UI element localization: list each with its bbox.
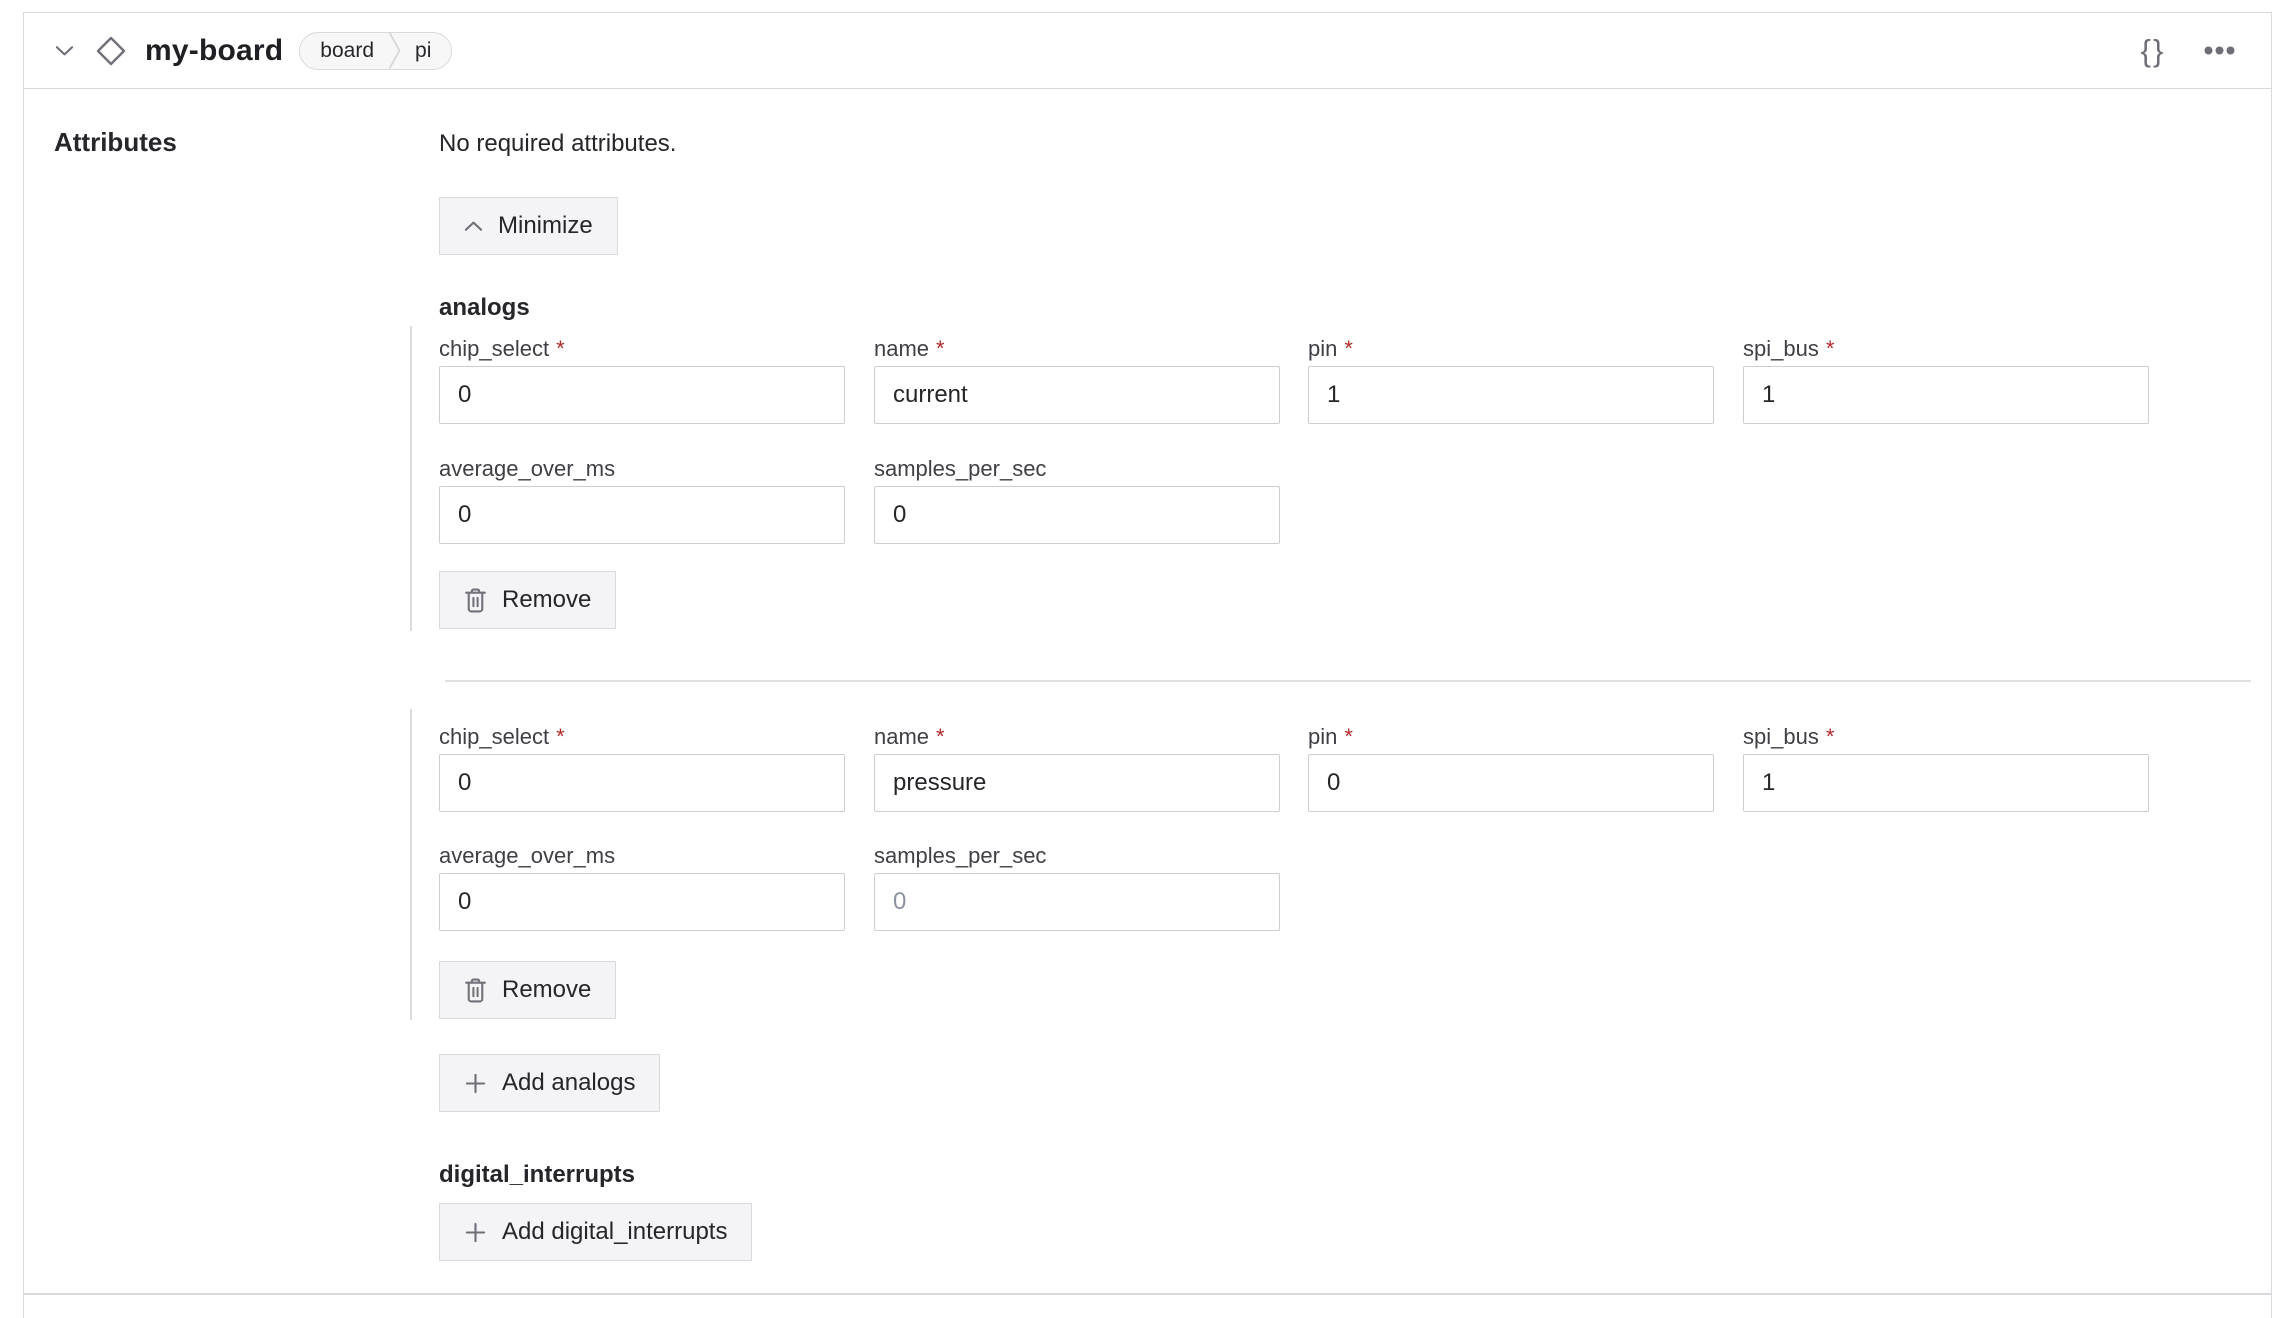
section-divider — [24, 1293, 2271, 1295]
samples-per-sec-input[interactable] — [874, 486, 1280, 544]
field-name: name * — [874, 724, 1280, 812]
entry-indent-line — [410, 709, 412, 1020]
remove-analog-button[interactable]: Remove — [439, 961, 616, 1019]
entry-separator — [445, 680, 2251, 682]
field-label: samples_per_sec — [874, 843, 1046, 868]
chip-select-input[interactable] — [439, 366, 845, 424]
remove-label: Remove — [502, 976, 591, 1004]
chip-select-input[interactable] — [439, 754, 845, 812]
field-label: chip_select — [439, 724, 549, 749]
plus-icon — [464, 1072, 487, 1095]
chevron-up-icon — [464, 220, 483, 232]
trash-icon — [464, 978, 487, 1003]
required-asterisk: * — [936, 336, 945, 361]
spi-bus-input[interactable] — [1743, 754, 2149, 812]
required-asterisk: * — [1826, 336, 1835, 361]
samples-per-sec-input[interactable] — [874, 873, 1280, 931]
add-digital-interrupts-label: Add digital_interrupts — [502, 1218, 727, 1246]
field-samples-per-sec: samples_per_sec — [874, 843, 1280, 931]
field-spi-bus: spi_bus * — [1743, 724, 2149, 812]
spi-bus-input[interactable] — [1743, 366, 2149, 424]
field-chip-select: chip_select * — [439, 336, 845, 424]
add-analogs-button[interactable]: Add analogs — [439, 1054, 660, 1112]
field-label: average_over_ms — [439, 456, 615, 481]
component-diamond-icon — [95, 35, 127, 67]
remove-label: Remove — [502, 586, 591, 614]
name-input[interactable] — [874, 754, 1280, 812]
average-over-ms-input[interactable] — [439, 873, 845, 931]
field-name: name * — [874, 336, 1280, 424]
required-asterisk: * — [1344, 724, 1353, 749]
chevron-down-icon — [55, 45, 74, 57]
field-label: pin — [1308, 724, 1337, 749]
entry-indent-line — [410, 326, 412, 631]
card-header: my-board board pi {} — [24, 13, 2271, 89]
field-label: average_over_ms — [439, 843, 615, 868]
minimize-button[interactable]: Minimize — [439, 197, 618, 255]
field-samples-per-sec: samples_per_sec — [874, 456, 1280, 544]
required-asterisk: * — [936, 724, 945, 749]
required-asterisk: * — [556, 724, 565, 749]
chip-separator-chevron-icon — [388, 32, 401, 69]
no-required-attributes-note: No required attributes. — [439, 130, 676, 158]
page: my-board board pi {} — [0, 0, 2294, 1318]
chip-type-label: board — [320, 40, 374, 61]
field-label: name — [874, 724, 929, 749]
add-analogs-label: Add analogs — [502, 1069, 635, 1097]
required-asterisk: * — [1344, 336, 1353, 361]
field-label: name — [874, 336, 929, 361]
analogs-group-label: analogs — [439, 294, 530, 322]
average-over-ms-input[interactable] — [439, 486, 845, 544]
component-name: my-board — [145, 34, 283, 68]
field-pin: pin * — [1308, 724, 1714, 812]
header-actions: {} — [2133, 31, 2271, 71]
field-label: chip_select — [439, 336, 549, 361]
field-label: spi_bus — [1743, 724, 1819, 749]
trash-icon — [464, 588, 487, 613]
braces-icon: {} — [2141, 35, 2166, 66]
required-asterisk: * — [556, 336, 565, 361]
required-asterisk: * — [1826, 724, 1835, 749]
plus-icon — [464, 1221, 487, 1244]
add-digital-interrupts-button[interactable]: Add digital_interrupts — [439, 1203, 752, 1261]
collapse-chevron-icon[interactable] — [49, 36, 79, 66]
field-label: samples_per_sec — [874, 456, 1046, 481]
pin-input[interactable] — [1308, 754, 1714, 812]
field-label: spi_bus — [1743, 336, 1819, 361]
field-chip-select: chip_select * — [439, 724, 845, 812]
name-input[interactable] — [874, 366, 1280, 424]
field-average-over-ms: average_over_ms — [439, 843, 845, 931]
field-average-over-ms: average_over_ms — [439, 456, 845, 544]
remove-analog-button[interactable]: Remove — [439, 571, 616, 629]
component-type-chip: board pi — [299, 32, 452, 70]
menu-button[interactable] — [2199, 31, 2239, 71]
attributes-heading: Attributes — [54, 127, 177, 158]
digital-interrupts-group-label: digital_interrupts — [439, 1161, 635, 1189]
field-label: pin — [1308, 336, 1337, 361]
field-spi-bus: spi_bus * — [1743, 336, 2149, 424]
pin-input[interactable] — [1308, 366, 1714, 424]
ellipsis-icon — [2204, 46, 2235, 55]
minimize-label: Minimize — [498, 212, 593, 240]
chip-model-label: pi — [415, 40, 431, 61]
code-view-button[interactable]: {} — [2133, 31, 2173, 71]
field-pin: pin * — [1308, 336, 1714, 424]
component-card: my-board board pi {} — [23, 12, 2272, 1318]
